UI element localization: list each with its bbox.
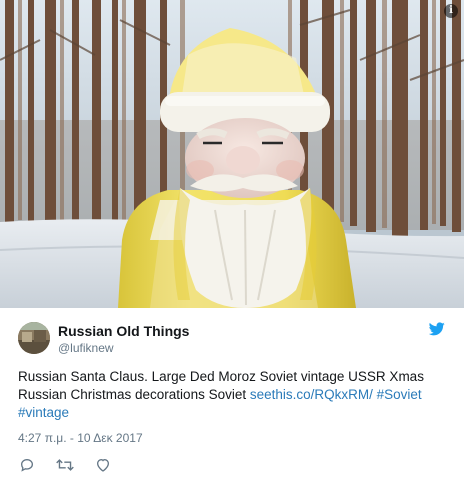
tweet-timestamp[interactable]: 4:27 π.μ. - 10 Δεκ 2017 bbox=[18, 431, 143, 445]
santa-photo bbox=[0, 0, 464, 308]
author-handle[interactable]: @lufiknew bbox=[58, 341, 114, 355]
reply-button[interactable] bbox=[18, 456, 36, 474]
avatar-image bbox=[18, 322, 50, 354]
retweet-icon bbox=[56, 459, 74, 471]
heart-icon bbox=[96, 458, 110, 472]
avatar[interactable] bbox=[18, 322, 50, 354]
like-button[interactable] bbox=[94, 456, 112, 474]
tweet-photo[interactable]: i bbox=[0, 0, 464, 308]
tweet-link[interactable]: seethis.co/RQkxRM/ bbox=[250, 387, 373, 402]
author-display-name[interactable]: Russian Old Things bbox=[58, 323, 189, 339]
twitter-bird-icon[interactable] bbox=[428, 322, 445, 336]
tweet-body: Russian Old Things @lufiknew Russian San… bbox=[0, 308, 464, 482]
tweet-actions bbox=[18, 456, 132, 474]
retweet-button[interactable] bbox=[56, 456, 74, 474]
tweet-card: i Russian Old Things @lufiknew Russian S… bbox=[0, 0, 464, 482]
hashtag-vintage[interactable]: #vintage bbox=[18, 405, 69, 420]
hashtag-soviet[interactable]: #Soviet bbox=[377, 387, 422, 402]
info-icon[interactable]: i bbox=[444, 4, 458, 18]
tweet-text: Russian Santa Claus. Large Ded Moroz Sov… bbox=[18, 368, 458, 422]
reply-icon bbox=[20, 458, 34, 472]
